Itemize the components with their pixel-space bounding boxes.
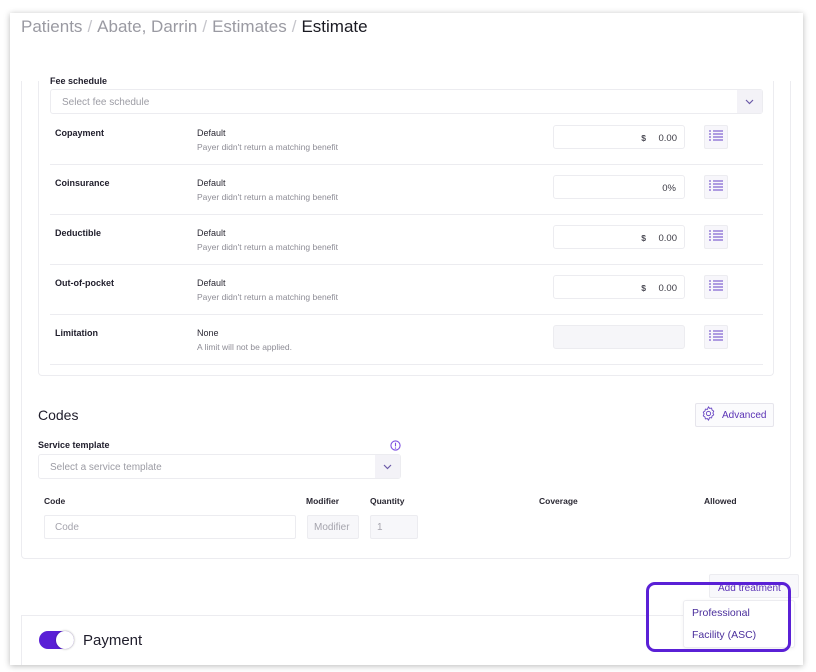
benefit-value: None xyxy=(197,328,219,338)
breadcrumb: Patients / Abate, Darrin / Estimates / Estimat… xyxy=(21,17,368,37)
benefit-note: A limit will not be applied. xyxy=(197,342,292,352)
benefit-note: Payer didn't return a matching benefit xyxy=(197,142,339,152)
benefit-name: Coinsurance xyxy=(55,178,110,188)
fee-schedule-select[interactable]: Select fee schedule xyxy=(50,89,763,114)
list-icon xyxy=(709,128,723,146)
service-template-label: Service template xyxy=(38,440,110,450)
quantity-input[interactable]: 1 xyxy=(370,515,418,539)
list-icon xyxy=(709,228,723,246)
breadcrumb-estimates[interactable]: Estimates xyxy=(212,17,287,36)
currency-symbol: $ xyxy=(641,233,646,243)
app-window: Patients / Abate, Darrin / Estimates / Estimat… xyxy=(10,13,803,665)
service-template-placeholder: Select a service template xyxy=(50,462,162,473)
benefit-note: Payer didn't return a matching benefit xyxy=(197,192,339,202)
benefit-row-copayment: Copayment Default Payer didn't return a … xyxy=(50,115,763,165)
list-icon xyxy=(709,178,723,196)
menu-item-facility-asc[interactable]: Facility (ASC) xyxy=(692,629,756,641)
code-input[interactable]: Code xyxy=(44,515,296,539)
column-header-code: Code xyxy=(44,496,66,506)
amount-value: 0.00 xyxy=(658,133,678,144)
column-header-quantity: Quantity xyxy=(370,496,405,506)
toggle-knob xyxy=(56,631,74,649)
add-treatment-menu: Professional Facility (ASC) xyxy=(683,600,795,648)
list-icon xyxy=(709,328,723,346)
advanced-button[interactable]: Advanced xyxy=(695,403,774,427)
breadcrumb-separator: / xyxy=(202,17,208,36)
benefit-list-button[interactable] xyxy=(704,175,728,199)
modifier-input[interactable]: Modifier xyxy=(307,515,359,539)
amount-value: 0.00 xyxy=(658,283,678,294)
breadcrumb-patient-name[interactable]: Abate, Darrin xyxy=(97,17,197,36)
coinsurance-percent-input[interactable]: 0% xyxy=(553,175,685,199)
benefit-value: Default xyxy=(197,278,226,288)
benefit-note: Payer didn't return a matching benefit xyxy=(197,242,339,252)
copayment-amount-input[interactable]: $ 0.00 xyxy=(553,125,685,149)
fee-schedule-placeholder: Select fee schedule xyxy=(62,97,150,108)
benefit-row-coinsurance: Coinsurance Default Payer didn't return … xyxy=(50,165,763,215)
currency-symbol: $ xyxy=(641,133,646,143)
benefit-value: Default xyxy=(197,178,226,188)
chevron-down-icon[interactable] xyxy=(737,90,762,113)
payment-toggle[interactable] xyxy=(39,631,74,649)
breadcrumb-patients[interactable]: Patients xyxy=(21,17,82,36)
benefit-list-button[interactable] xyxy=(704,225,728,249)
currency-symbol: $ xyxy=(641,283,646,293)
amount-value: 0.00 xyxy=(658,233,678,244)
payment-heading: Payment xyxy=(83,632,143,649)
benefit-list-button[interactable] xyxy=(704,325,728,349)
add-treatment-button[interactable]: Add treatment xyxy=(709,574,799,598)
menu-item-professional[interactable]: Professional xyxy=(692,607,750,619)
advanced-label: Advanced xyxy=(722,409,767,421)
service-template-select[interactable]: Select a service template xyxy=(38,454,401,479)
breadcrumb-separator: / xyxy=(291,17,297,36)
benefit-list-button[interactable] xyxy=(704,125,728,149)
limitation-amount-input[interactable] xyxy=(553,325,685,349)
benefit-value: Default xyxy=(197,228,226,238)
benefit-value: Default xyxy=(197,128,226,138)
benefit-row-out-of-pocket: Out-of-pocket Default Payer didn't retur… xyxy=(50,265,763,315)
benefit-note: Payer didn't return a matching benefit xyxy=(197,292,339,302)
fee-schedule-label: Fee schedule xyxy=(50,76,108,86)
column-header-modifier: Modifier xyxy=(306,496,340,506)
breadcrumb-current: Estimate xyxy=(301,17,368,36)
chevron-down-icon[interactable] xyxy=(375,455,400,478)
percent-value: 0% xyxy=(662,183,676,194)
benefit-name: Limitation xyxy=(55,328,98,338)
benefit-name: Copayment xyxy=(55,128,105,138)
benefit-row-deductible: Deductible Default Payer didn't return a… xyxy=(50,215,763,265)
benefit-list-button[interactable] xyxy=(704,275,728,299)
out-of-pocket-amount-input[interactable]: $ 0.00 xyxy=(553,275,685,299)
benefit-row-limitation: Limitation None A limit will not be appl… xyxy=(50,315,763,365)
benefit-name: Deductible xyxy=(55,228,102,238)
gear-icon xyxy=(700,405,717,425)
breadcrumb-separator: / xyxy=(87,17,93,36)
column-header-allowed: Allowed xyxy=(704,496,737,506)
list-icon xyxy=(709,278,723,296)
codes-heading: Codes xyxy=(38,407,79,423)
benefit-name: Out-of-pocket xyxy=(55,278,114,288)
deductible-amount-input[interactable]: $ 0.00 xyxy=(553,225,685,249)
column-header-coverage: Coverage xyxy=(539,496,578,506)
